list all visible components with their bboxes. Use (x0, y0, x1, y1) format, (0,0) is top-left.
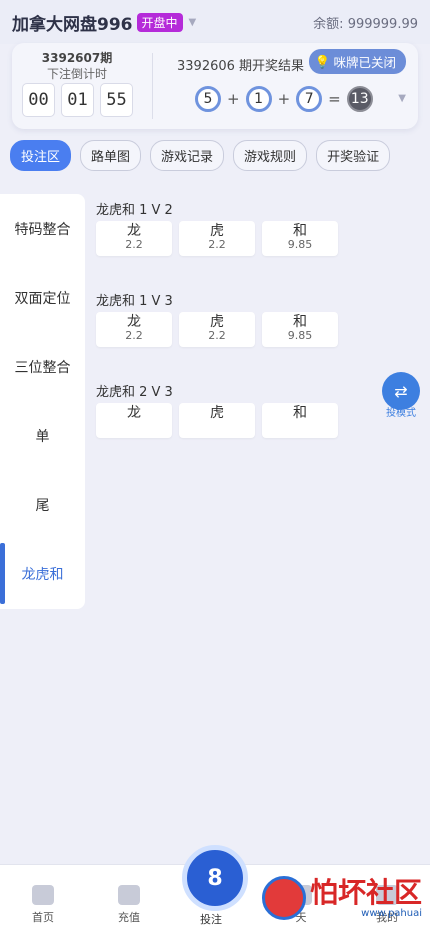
option-row: 龙 2.2 虎 2.2 和 9.85 (96, 312, 416, 347)
sidebar-item-double-position[interactable]: 双面定位 (0, 263, 85, 332)
home-icon (32, 885, 54, 905)
result-ball: 5 (195, 86, 221, 112)
option-name: 虎 (210, 314, 224, 330)
draw-info-card: 3392607期 下注倒计时 00 01 55 3392606 期开奖结果 💡 … (12, 43, 418, 129)
option-name: 和 (293, 314, 307, 330)
result-ball: 7 (296, 86, 323, 112)
card-reveal-toggle-button[interactable]: 💡 咪牌已关闭 (308, 49, 406, 74)
bet-option-tiger[interactable]: 虎 2.2 (179, 221, 255, 256)
balance: 余额: 999999.99 (313, 13, 418, 32)
countdown-timer: 00 01 55 (22, 83, 133, 117)
option-name: 虎 (210, 223, 224, 239)
bet-option-tiger[interactable]: 虎 (179, 403, 255, 438)
bet-option-tie[interactable]: 和 9.85 (262, 221, 338, 256)
app-title: 加拿大网盘996 (12, 14, 133, 35)
option-odds: 9.85 (287, 329, 313, 342)
sidebar-item-tail[interactable]: 尾 (0, 470, 85, 539)
tab-draw-verify[interactable]: 开奖验证 (316, 140, 391, 171)
balance-label: 余额: (313, 16, 344, 32)
option-odds: 2.2 (125, 329, 143, 342)
balance-value: 999999.99 (347, 16, 418, 32)
timer-minutes: 01 (61, 83, 94, 117)
timer-hours: 00 (22, 83, 55, 117)
watermark: 怕坏社区 www.pahuai (261, 875, 422, 920)
nav-home[interactable]: 首页 (0, 865, 86, 932)
card-divider (152, 53, 153, 119)
category-sidebar: 特码整合 双面定位 三位整合 单 尾 龙虎和 (0, 194, 85, 609)
group-title: 龙虎和 2 V 3 (96, 385, 173, 400)
result-ball: 1 (245, 86, 272, 112)
nav-recharge[interactable]: 充值 (86, 865, 172, 932)
option-name: 和 (293, 223, 307, 239)
sidebar-item-dragon-tiger[interactable]: 龙虎和 (0, 539, 85, 608)
result-label: 3392606 期开奖结果 (177, 59, 305, 74)
nav-home-label: 首页 (32, 911, 54, 924)
wallet-icon (118, 885, 140, 905)
option-row: 龙 2.2 虎 2.2 和 9.85 (96, 221, 416, 256)
watermark-url: www.pahuai (361, 907, 422, 919)
plus-sign: + (227, 90, 240, 108)
plus-sign: + (277, 90, 291, 108)
option-odds: 9.85 (287, 238, 313, 251)
top-bar: 加拿大网盘996 开盘中 ▼ 余额: 999999.99 (0, 0, 430, 44)
betting-area: 龙虎和 1 V 2 龙 2.2 虎 2.2 和 9.85 龙虎和 1 V 3 龙 2.2… (96, 194, 416, 472)
group-title: 龙虎和 1 V 2 (96, 203, 173, 218)
option-odds: 2.2 (125, 238, 143, 251)
tab-road-map[interactable]: 路单图 (80, 140, 142, 171)
option-name: 龙 (127, 223, 141, 239)
sidebar-item-special-code[interactable]: 特码整合 (0, 194, 85, 263)
option-odds: 2.2 (208, 329, 226, 342)
sidebar-item-single[interactable]: 单 (0, 401, 85, 470)
option-odds: 2.2 (208, 238, 226, 251)
float-button-label: 投模式 (386, 408, 416, 419)
bet-mode-float-button[interactable]: ⇄ 投模式 (380, 372, 422, 420)
countdown-label: 下注倒计时 (46, 67, 107, 81)
bet-option-dragon[interactable]: 龙 2.2 (96, 221, 172, 256)
sidebar-item-three-position[interactable]: 三位整合 (0, 332, 85, 401)
bet-option-tiger[interactable]: 虎 2.2 (179, 312, 255, 347)
option-name: 龙 (127, 314, 141, 330)
bet-option-tie[interactable]: 和 9.85 (262, 312, 338, 347)
dropdown-caret-icon[interactable]: ▼ (189, 17, 197, 28)
expand-caret-icon[interactable]: ▼ (398, 93, 406, 104)
nav-bet-label: 投注 (200, 913, 222, 926)
watermark-text: 怕坏社区 (309, 875, 422, 909)
watermark-logo-icon (261, 876, 306, 920)
result-sum-ball: 13 (346, 86, 373, 112)
current-period: 3392607期 (41, 51, 113, 65)
timer-seconds: 55 (100, 83, 133, 117)
option-name: 和 (293, 405, 307, 421)
tab-bar: 投注区 路单图 游戏记录 游戏规则 开奖验证 (10, 140, 430, 171)
nav-recharge-label: 充值 (118, 911, 140, 924)
bet-chip-button[interactable]: 8 (182, 845, 248, 911)
bet-option-dragon[interactable]: 龙 2.2 (96, 312, 172, 347)
bet-option-tie[interactable]: 和 (262, 403, 338, 438)
group-title: 龙虎和 1 V 3 (96, 294, 173, 309)
bet-option-dragon[interactable]: 龙 (96, 403, 172, 438)
status-badge: 开盘中 (136, 12, 183, 32)
equals-sign: = (328, 90, 341, 108)
result-balls: 5 + 1 + 7 = 13 (195, 86, 373, 112)
toggle-label: 咪牌已关闭 (333, 55, 396, 70)
tab-game-records[interactable]: 游戏记录 (150, 140, 225, 171)
tab-betting[interactable]: 投注区 (10, 140, 72, 171)
option-row: 龙 虎 和 (96, 403, 416, 438)
tab-game-rules[interactable]: 游戏规则 (233, 140, 308, 171)
option-name: 虎 (210, 405, 224, 421)
lightbulb-icon: 💡 (314, 53, 331, 69)
option-name: 龙 (127, 405, 141, 421)
